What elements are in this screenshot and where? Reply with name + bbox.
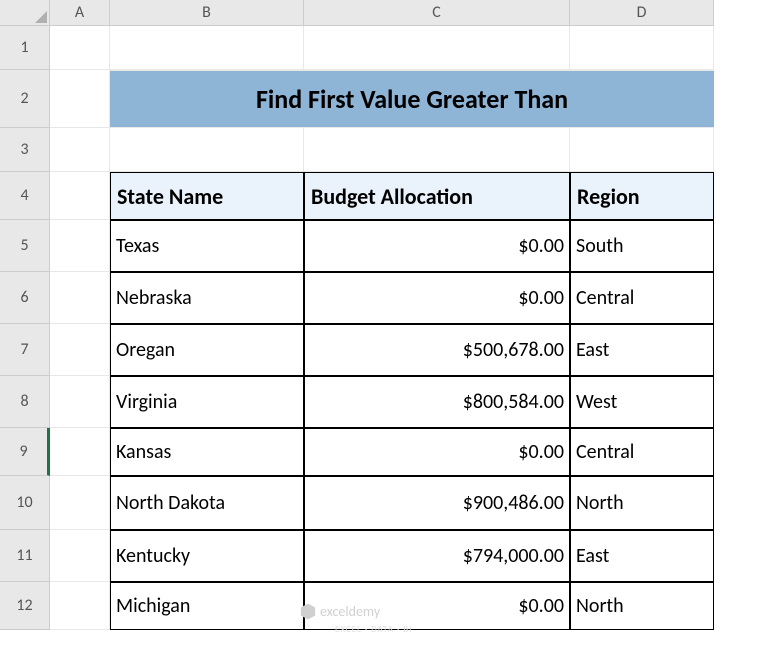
cell-a4[interactable] [50, 172, 110, 220]
row-header-8[interactable]: 8 [0, 376, 50, 428]
row-header-4[interactable]: 4 [0, 172, 50, 220]
cell-c3[interactable] [304, 128, 570, 172]
cell-region-4[interactable]: Central [570, 428, 714, 476]
cell-state-0[interactable]: Texas [110, 220, 304, 272]
cell-state-1[interactable]: Nebraska [110, 272, 304, 324]
watermark-icon [300, 604, 316, 620]
row-header-9[interactable]: 9 [0, 428, 50, 476]
col-header-a[interactable]: A [50, 0, 110, 26]
cell-a9[interactable] [50, 428, 110, 476]
row-header-1[interactable]: 1 [0, 26, 50, 70]
cell-a7[interactable] [50, 324, 110, 376]
cell-a1[interactable] [50, 26, 110, 70]
cell-budget-3[interactable]: $800,584.00 [304, 376, 570, 428]
cell-region-2[interactable]: East [570, 324, 714, 376]
table-header-budget[interactable]: Budget Allocation [304, 172, 570, 220]
cell-region-0[interactable]: South [570, 220, 714, 272]
cell-budget-2[interactable]: $500,678.00 [304, 324, 570, 376]
cell-budget-6[interactable]: $794,000.00 [304, 530, 570, 582]
cell-region-5[interactable]: North [570, 476, 714, 530]
cell-budget-1[interactable]: $0.00 [304, 272, 570, 324]
cell-a6[interactable] [50, 272, 110, 324]
row-header-5[interactable]: 5 [0, 220, 50, 272]
watermark-text: exceldemy [320, 603, 380, 620]
col-header-d[interactable]: D [570, 0, 714, 26]
watermark: exceldemy [300, 603, 380, 620]
cell-region-7[interactable]: North [570, 582, 714, 630]
row-header-12[interactable]: 12 [0, 582, 50, 630]
row-header-3[interactable]: 3 [0, 128, 50, 172]
spreadsheet-grid: A B C D 1 2 Find First Value Greater Tha… [0, 0, 768, 670]
cell-budget-5[interactable]: $900,486.00 [304, 476, 570, 530]
row-header-6[interactable]: 6 [0, 272, 50, 324]
cell-state-3[interactable]: Virginia [110, 376, 304, 428]
cell-d1[interactable] [570, 26, 714, 70]
cell-a8[interactable] [50, 376, 110, 428]
col-header-c[interactable]: C [304, 0, 570, 26]
cell-region-6[interactable]: East [570, 530, 714, 582]
table-header-state[interactable]: State Name [110, 172, 304, 220]
cell-region-3[interactable]: West [570, 376, 714, 428]
cell-a2[interactable] [50, 70, 110, 128]
watermark-subtext: EXCEL · DATA · BI [335, 624, 412, 635]
row-header-7[interactable]: 7 [0, 324, 50, 376]
cell-budget-0[interactable]: $0.00 [304, 220, 570, 272]
col-header-b[interactable]: B [110, 0, 304, 26]
cell-a11[interactable] [50, 530, 110, 582]
cell-d3[interactable] [570, 128, 714, 172]
cell-b1[interactable] [110, 26, 304, 70]
cell-c1[interactable] [304, 26, 570, 70]
cell-state-7[interactable]: Michigan [110, 582, 304, 630]
cell-state-2[interactable]: Oregan [110, 324, 304, 376]
cell-state-4[interactable]: Kansas [110, 428, 304, 476]
row-header-11[interactable]: 11 [0, 530, 50, 582]
cell-a10[interactable] [50, 476, 110, 530]
cell-a3[interactable] [50, 128, 110, 172]
cell-region-1[interactable]: Central [570, 272, 714, 324]
cell-budget-4[interactable]: $0.00 [304, 428, 570, 476]
row-header-2[interactable]: 2 [0, 70, 50, 128]
table-header-region[interactable]: Region [570, 172, 714, 220]
select-all-corner[interactable] [0, 0, 50, 26]
cell-b3[interactable] [110, 128, 304, 172]
cell-state-5[interactable]: North Dakota [110, 476, 304, 530]
cell-state-6[interactable]: Kentucky [110, 530, 304, 582]
row-header-10[interactable]: 10 [0, 476, 50, 530]
cell-a12[interactable] [50, 582, 110, 630]
title-cell[interactable]: Find First Value Greater Than [110, 70, 714, 128]
cell-a5[interactable] [50, 220, 110, 272]
